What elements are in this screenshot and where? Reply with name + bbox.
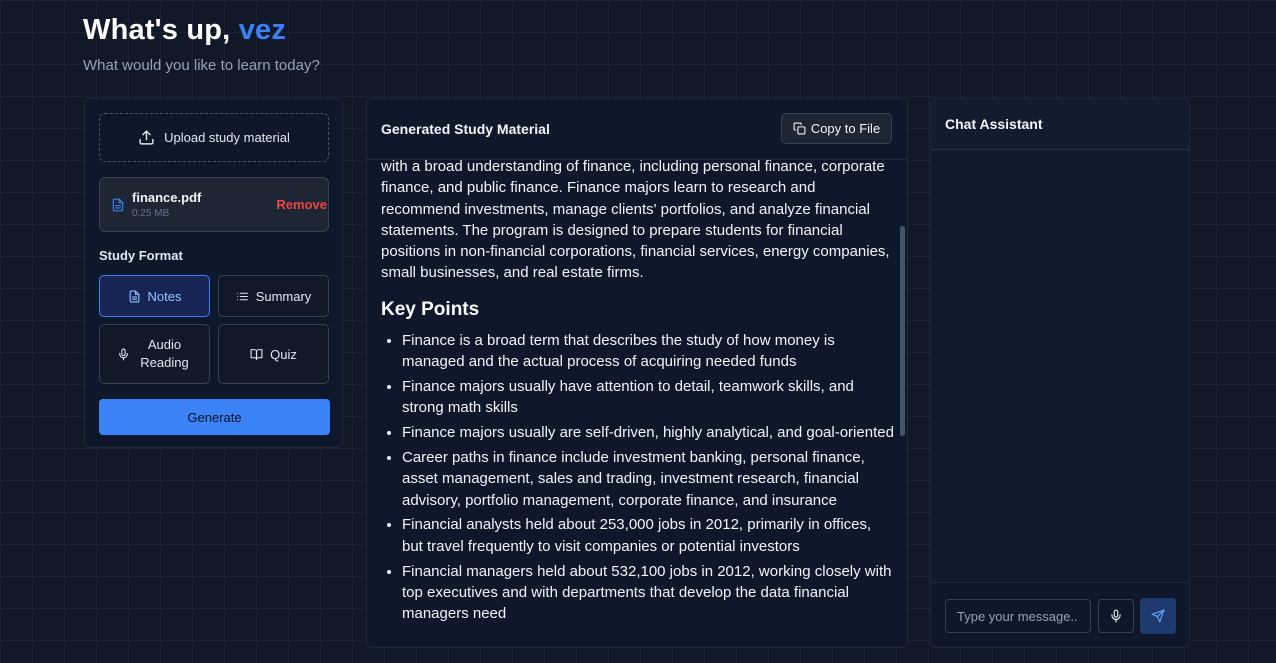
list-item: Finance majors usually have attention to… bbox=[402, 376, 895, 419]
generate-button[interactable]: Generate bbox=[99, 399, 330, 435]
format-quiz-label: Quiz bbox=[270, 346, 297, 362]
copy-icon bbox=[793, 122, 806, 135]
list-item: Financial analysts held about 253,000 jo… bbox=[402, 514, 895, 557]
remove-file-button[interactable]: Remove bbox=[276, 197, 327, 212]
study-settings-panel: Upload study material finance.pdf 0.25 M… bbox=[84, 98, 343, 448]
chat-messages-area bbox=[931, 150, 1189, 582]
chat-input-bar bbox=[931, 582, 1189, 647]
chat-title: Chat Assistant bbox=[945, 116, 1043, 132]
upload-icon bbox=[139, 130, 154, 145]
format-summary-label: Summary bbox=[255, 288, 312, 304]
voice-input-button[interactable] bbox=[1098, 599, 1134, 633]
greeting-prefix: What's up, bbox=[83, 14, 231, 46]
greeting-subtitle: What would you like to learn today? bbox=[83, 57, 320, 74]
content-scrollbar[interactable] bbox=[900, 226, 905, 436]
list-icon bbox=[236, 292, 248, 300]
mic-icon bbox=[1111, 609, 1121, 623]
study-material-panel: Generated Study Material Copy to File wi… bbox=[366, 98, 908, 648]
file-name: finance.pdf bbox=[132, 190, 202, 205]
book-open-icon bbox=[250, 348, 263, 360]
send-message-button[interactable] bbox=[1140, 598, 1176, 634]
format-summary-button[interactable]: Summary bbox=[218, 275, 329, 317]
username: vez bbox=[238, 14, 287, 46]
study-material-content[interactable]: with a broad understanding of finance, i… bbox=[381, 157, 895, 647]
study-format-label: Study Format bbox=[99, 248, 183, 263]
intro-paragraph: with a broad understanding of finance, i… bbox=[381, 158, 890, 282]
mic-icon bbox=[118, 348, 128, 360]
list-item: Finance is a broad term that describes t… bbox=[402, 330, 895, 373]
format-audio-reading-label: Audio Reading bbox=[140, 337, 189, 370]
key-points-heading: Key Points bbox=[381, 298, 480, 320]
chat-header: Chat Assistant bbox=[931, 99, 1189, 150]
greeting-heading: What's up, vez bbox=[83, 14, 286, 47]
upload-label: Upload study material bbox=[164, 130, 290, 145]
format-notes-button[interactable]: Notes bbox=[99, 275, 210, 317]
upload-study-material-button[interactable]: Upload study material bbox=[99, 113, 329, 162]
study-material-title: Generated Study Material bbox=[381, 121, 550, 137]
list-item: Financial managers held about 532,100 jo… bbox=[402, 561, 895, 625]
file-size: 0.25 MB bbox=[132, 208, 170, 219]
file-icon bbox=[112, 198, 124, 212]
format-audio-reading-button[interactable]: Audio Reading bbox=[99, 324, 210, 384]
copy-to-file-button[interactable]: Copy to File bbox=[781, 113, 892, 144]
copy-to-file-label: Copy to File bbox=[810, 121, 881, 136]
format-notes-label: Notes bbox=[147, 288, 182, 304]
uploaded-file-card: finance.pdf 0.25 MB Remove bbox=[99, 177, 329, 232]
format-quiz-button[interactable]: Quiz bbox=[218, 324, 329, 384]
chat-message-input[interactable] bbox=[945, 599, 1091, 633]
chat-assistant-panel: Chat Assistant bbox=[930, 98, 1190, 648]
key-points-list: Finance is a broad term that describes t… bbox=[402, 330, 895, 624]
send-icon bbox=[1151, 609, 1165, 623]
study-material-header: Generated Study Material Copy to File bbox=[367, 99, 907, 160]
list-item: Career paths in finance include investme… bbox=[402, 447, 895, 511]
list-item: Finance majors usually are self-driven, … bbox=[402, 422, 895, 443]
file-text-icon bbox=[129, 290, 139, 302]
